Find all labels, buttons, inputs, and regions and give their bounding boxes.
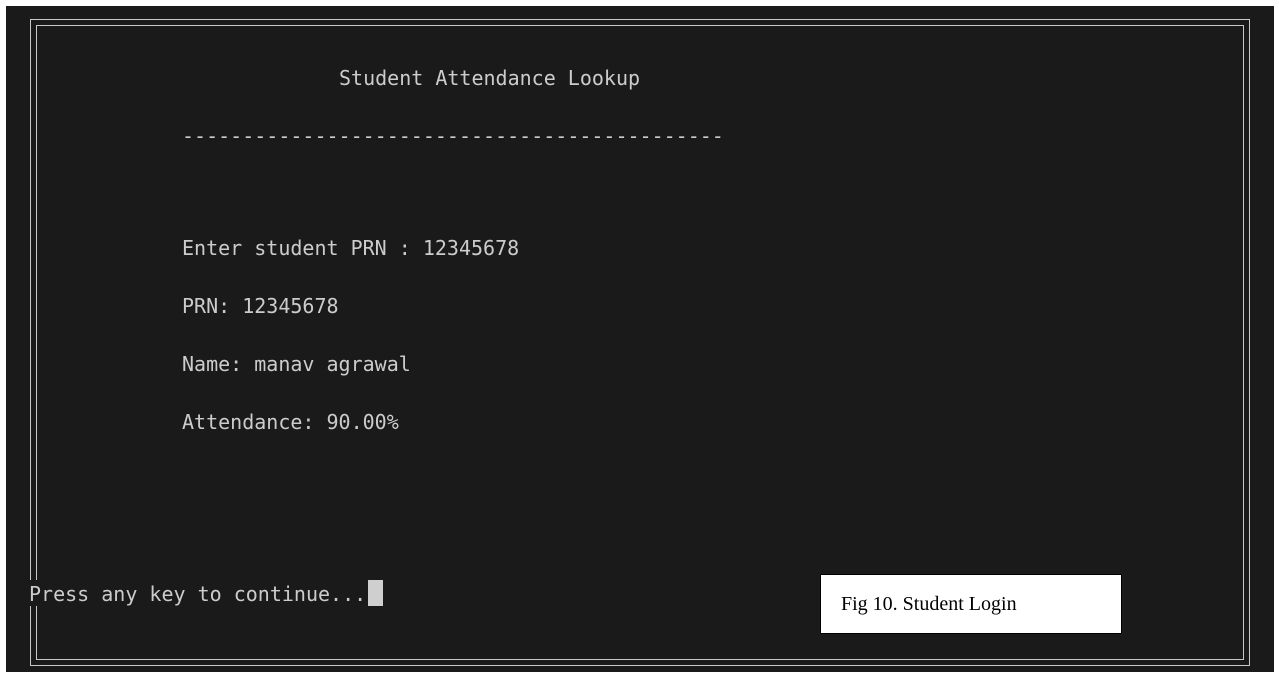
text-cursor — [368, 580, 384, 606]
console-title: Student Attendance Lookup — [339, 66, 641, 90]
continue-prompt-text: Press any key to continue... — [29, 582, 367, 606]
continue-prompt[interactable]: Press any key to continue... — [29, 580, 384, 606]
figure-caption: Fig 10. Student Login — [820, 574, 1122, 634]
console-frame-inner — [36, 25, 1244, 660]
console-window: Student Attendance Lookup --------------… — [6, 6, 1274, 672]
separator-line: ----------------------------------------… — [182, 124, 724, 148]
attendance-output-line: Attendance: 90.00% — [182, 410, 399, 434]
prn-prompt-line: Enter student PRN : 12345678 — [182, 236, 520, 260]
prn-output-line: PRN: 12345678 — [182, 294, 339, 318]
name-output-line: Name: manav agrawal — [182, 352, 411, 376]
